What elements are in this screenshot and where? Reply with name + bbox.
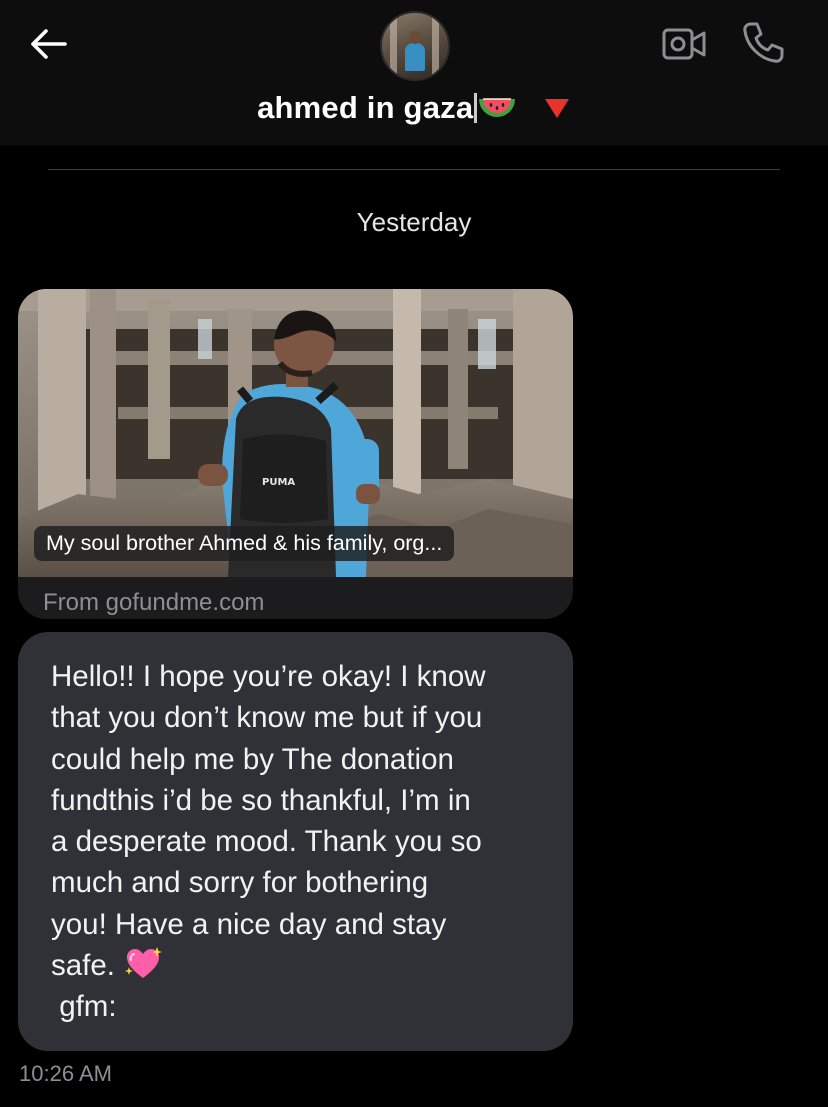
message-line: that you don’t know me but if you	[51, 701, 483, 735]
red-triangle-down-icon	[544, 98, 569, 118]
page-title[interactable]: ahmed in gaza	[0, 88, 828, 126]
message-text: Hello!! I hope you’re okay! I know that …	[51, 656, 561, 1028]
chat-header: ahmed in gaza	[0, 0, 828, 145]
message-line: a desperate mood. Thank you so	[51, 825, 482, 859]
link-source: From gofundme.com	[43, 589, 265, 616]
avatar[interactable]	[380, 11, 450, 81]
back-button[interactable]	[26, 24, 70, 64]
message-line: much and sorry for bothering	[51, 866, 429, 900]
watermelon-icon	[479, 98, 516, 117]
message-timestamp: 10:26 AM	[19, 1061, 112, 1086]
link-preview-image: PUMA My soul brother Ahmed & his family,…	[18, 289, 573, 577]
message-line: Hello!! I hope you’re okay! I know	[51, 660, 486, 693]
message-bubble[interactable]: Hello!! I hope you’re okay! I know that …	[18, 632, 573, 1051]
message-line: safe.	[51, 949, 124, 983]
date-separator: Yesterday	[356, 207, 472, 237]
link-caption: My soul brother Ahmed & his family, org.…	[34, 526, 455, 561]
message-line: fundthis i’d be so thankful, I’m in	[51, 783, 471, 817]
phone-icon	[743, 22, 784, 63]
message-line: could help me by The donation	[51, 742, 454, 776]
message-line: gfm:	[51, 990, 117, 1024]
phone-call-button[interactable]	[740, 20, 786, 66]
video-camera-icon	[662, 28, 706, 60]
contact-name: ahmed in gaza	[257, 89, 474, 125]
sparkling-heart-icon	[125, 947, 163, 979]
flag-icon	[474, 92, 478, 123]
svg-text:PUMA: PUMA	[262, 477, 295, 488]
arrow-left-icon	[31, 29, 67, 59]
divider	[48, 169, 780, 170]
video-call-button[interactable]	[662, 26, 706, 62]
link-preview-card[interactable]: PUMA My soul brother Ahmed & his family,…	[18, 289, 573, 619]
message-line: you! Have a nice day and stay	[51, 907, 447, 941]
